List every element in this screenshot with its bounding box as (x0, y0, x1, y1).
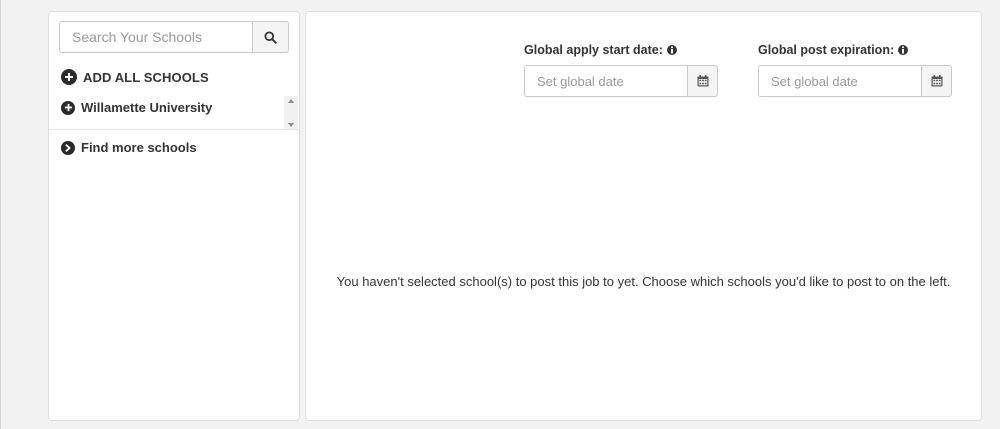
window-left-border (0, 0, 1, 429)
add-all-schools-button[interactable]: ADD ALL SCHOOLS (61, 69, 209, 85)
plus-circle-icon (61, 100, 75, 115)
calendar-icon (931, 75, 942, 87)
post-expiration-date-group: Global post expiration: (758, 42, 952, 97)
scroll-down-arrow-icon[interactable] (288, 123, 294, 127)
find-more-schools-link[interactable]: Find more schools (61, 140, 197, 155)
apply-start-date-label: Global apply start date: (524, 43, 663, 57)
add-all-schools-label: ADD ALL SCHOOLS (83, 69, 209, 85)
school-search-group (59, 21, 289, 53)
posting-main-panel: Global apply start date: Set global date… (305, 11, 982, 421)
school-item-willamette-university[interactable]: Willamette University (61, 100, 212, 115)
post-expiration-date-input[interactable] (758, 65, 921, 97)
info-icon[interactable] (666, 45, 677, 55)
plus-circle-icon (61, 69, 77, 85)
calendar-icon (697, 75, 708, 87)
apply-start-date-label-row: Global apply start date: (524, 42, 718, 58)
schools-sidebar: ADD ALL SCHOOLS Willamette University Fi… (48, 11, 300, 421)
post-expiration-calendar-button[interactable] (921, 65, 952, 97)
search-button[interactable] (252, 21, 289, 53)
apply-start-date-group: Global apply start date: (524, 42, 718, 97)
school-item-label: Willamette University (81, 100, 213, 115)
apply-start-calendar-button[interactable] (687, 65, 718, 97)
post-expiration-label: Global post expiration: (758, 43, 895, 57)
apply-start-date-input[interactable] (524, 65, 687, 97)
school-search-input[interactable] (59, 21, 252, 53)
chevron-right-circle-icon (61, 140, 75, 155)
school-list-scrollbar[interactable] (284, 96, 298, 130)
search-icon (264, 30, 277, 44)
info-icon[interactable] (898, 45, 909, 55)
sidebar-divider (49, 129, 299, 130)
find-more-schools-label: Find more schools (81, 140, 197, 155)
scroll-up-arrow-icon[interactable] (288, 99, 294, 103)
no-schools-selected-message: You haven't selected school(s) to post t… (336, 274, 951, 289)
apply-start-date-field (524, 65, 718, 97)
post-expiration-date-field (758, 65, 952, 97)
post-expiration-label-row: Global post expiration: (758, 42, 952, 58)
